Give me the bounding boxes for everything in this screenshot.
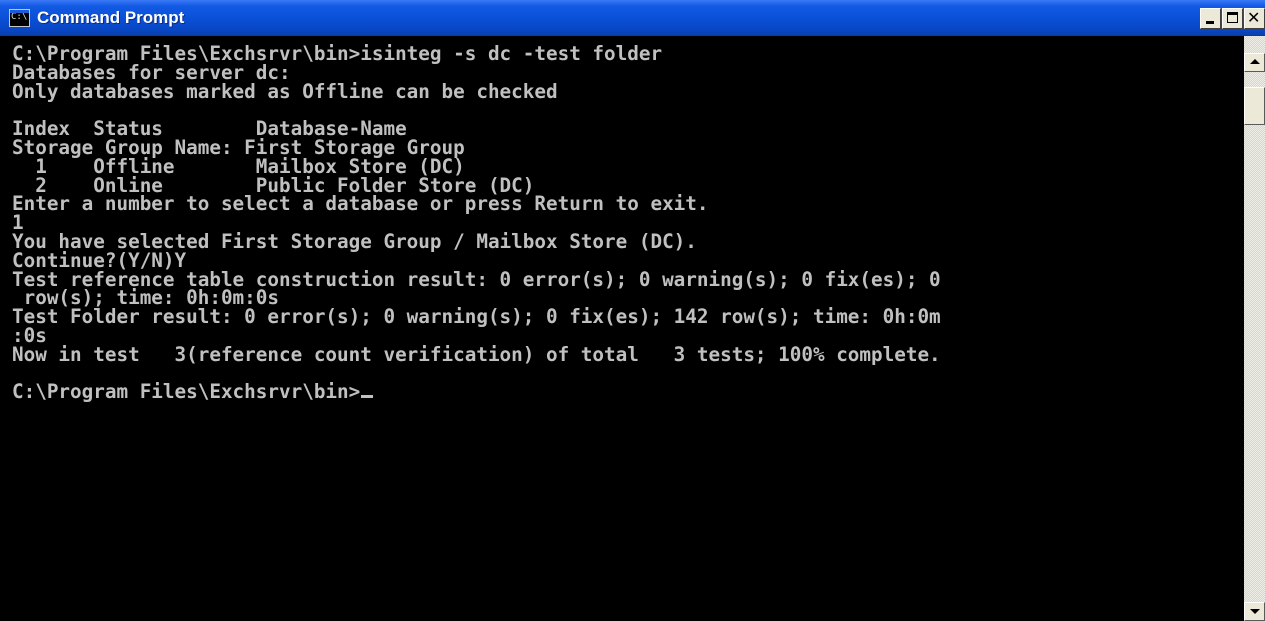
text-cursor: [361, 395, 374, 399]
arrow-up-icon: [1250, 59, 1260, 64]
maximize-button[interactable]: [1222, 8, 1243, 29]
command-prompt-icon[interactable]: C:\: [9, 9, 30, 27]
vertical-scrollbar[interactable]: [1244, 36, 1265, 621]
title-bar[interactable]: C:\ Command Prompt ✕: [0, 0, 1265, 36]
prompt-text: C:\Program Files\Exchsrvr\bin>: [12, 380, 361, 404]
scroll-thumb[interactable]: [1244, 87, 1265, 125]
maximize-icon: [1227, 12, 1238, 23]
minimize-icon: [1206, 21, 1214, 24]
arrow-down-icon: [1250, 609, 1260, 614]
console-line: Enter a number to select a database or p…: [12, 192, 709, 216]
prompt-line[interactable]: C:\Program Files\Exchsrvr\bin>: [12, 380, 941, 404]
close-button[interactable]: ✕: [1244, 8, 1265, 29]
console-line: Test Folder result: 0 error(s); 0 warnin…: [12, 305, 941, 329]
console-text: C:\Program Files\Exchsrvr\bin>isinteg -s…: [12, 44, 941, 404]
close-icon: ✕: [1247, 8, 1261, 27]
command-prompt-window: C:\ Command Prompt ✕ C:\Program Files\Ex…: [0, 0, 1265, 621]
scroll-up-button[interactable]: [1244, 53, 1265, 72]
window-title: Command Prompt: [37, 8, 185, 27]
minimize-button[interactable]: [1200, 8, 1221, 29]
console-line: Now in test 3(reference count verificati…: [12, 342, 941, 366]
console-line: Only databases marked as Offline can be …: [12, 79, 558, 103]
scroll-down-button[interactable]: [1244, 602, 1265, 621]
